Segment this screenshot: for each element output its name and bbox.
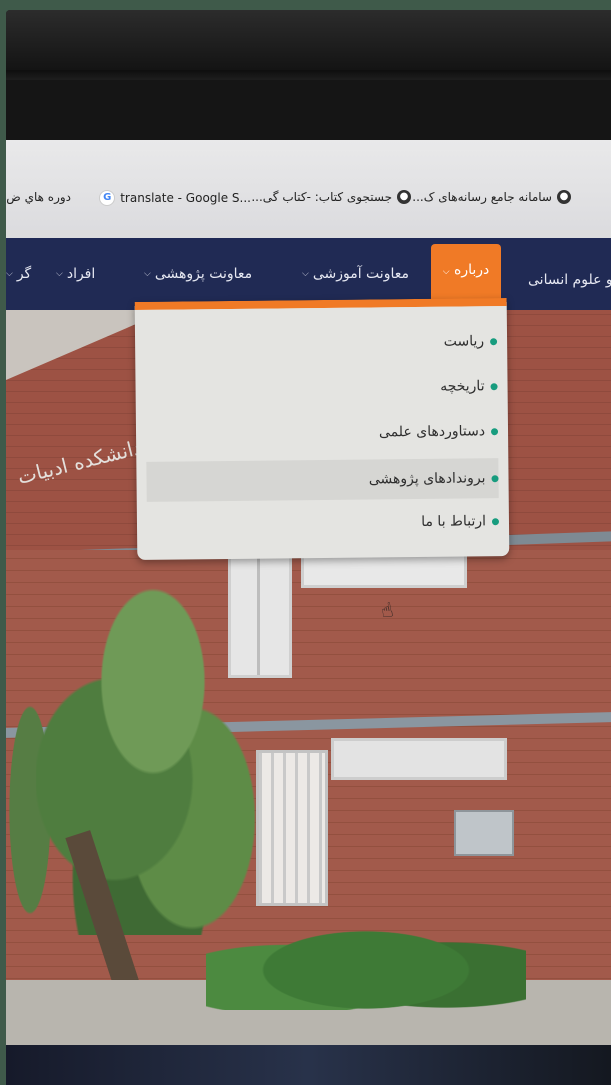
nav-item-about[interactable]: درباره ⌵: [431, 244, 501, 302]
nav-item-about-label: درباره: [454, 262, 490, 278]
bookmark-label: جستجوی کتاب: -کتاب گی...: [251, 190, 392, 204]
monitor-bezel: ● سامانه جامع رسانه‌های ک... ● جستجوی کت…: [6, 10, 611, 1085]
browser-screen: ● سامانه جامع رسانه‌های ک... ● جستجوی کت…: [6, 140, 611, 1045]
nav-item-education[interactable]: معاونت آموزشی ⌵: [302, 262, 409, 286]
bezel-top: [6, 10, 611, 80]
chevron-down-icon: ⌵: [442, 267, 450, 277]
bookmark-item[interactable]: ● سامانه جامع رسانه‌های ک...: [412, 190, 571, 204]
globe-icon: ●: [557, 190, 571, 204]
menu-item-research-outputs[interactable]: بروندادهای پژوهشی: [146, 458, 499, 502]
nav-item-research[interactable]: معاونت پژوهشی ⌵: [144, 262, 252, 286]
bullet-icon: [491, 517, 500, 525]
bookmark-item[interactable]: دوره هاي ض: [6, 190, 71, 204]
bookmark-item[interactable]: ● جستجوی کتاب: -کتاب گی...: [251, 190, 411, 204]
menu-item-contact[interactable]: ارتباط با ما: [147, 506, 500, 540]
bookmark-label: translate - Google S...: [120, 191, 251, 205]
bookmark-label: سامانه جامع رسانه‌های ک...: [412, 190, 552, 204]
bookmark-item[interactable]: G translate - Google S...: [99, 190, 251, 206]
about-dropdown-menu: ریاست تاریخچه دستاوردهای علمی بروندادهای…: [134, 298, 510, 560]
nav-item-more[interactable]: گر ⌵: [6, 262, 31, 286]
google-icon: G: [99, 190, 116, 206]
nav-item-people[interactable]: افراد ⌵: [56, 262, 95, 286]
chevron-down-icon: ⌵: [56, 269, 63, 279]
bookmark-label: دوره هاي ض: [6, 190, 71, 204]
bookmarks-bar: ● سامانه جامع رسانه‌های ک... ● جستجوی کت…: [6, 140, 611, 230]
menu-item-history[interactable]: تاریخچه: [145, 371, 498, 405]
chevron-down-icon: ⌵: [144, 269, 151, 279]
site-title[interactable]: و علوم انسانی: [528, 268, 611, 292]
chevron-down-icon: ⌵: [302, 269, 309, 279]
menu-item-presidency[interactable]: ریاست: [145, 326, 498, 360]
menu-item-achievements[interactable]: دستاوردهای علمی: [146, 416, 499, 450]
chevron-down-icon: ⌵: [6, 269, 13, 279]
monitor-bottom-edge: [6, 1045, 611, 1085]
bullet-icon: [490, 382, 498, 390]
bullet-icon: [490, 337, 498, 345]
globe-icon: ●: [397, 190, 411, 204]
bullet-icon: [491, 474, 499, 482]
bullet-icon: [490, 427, 499, 435]
